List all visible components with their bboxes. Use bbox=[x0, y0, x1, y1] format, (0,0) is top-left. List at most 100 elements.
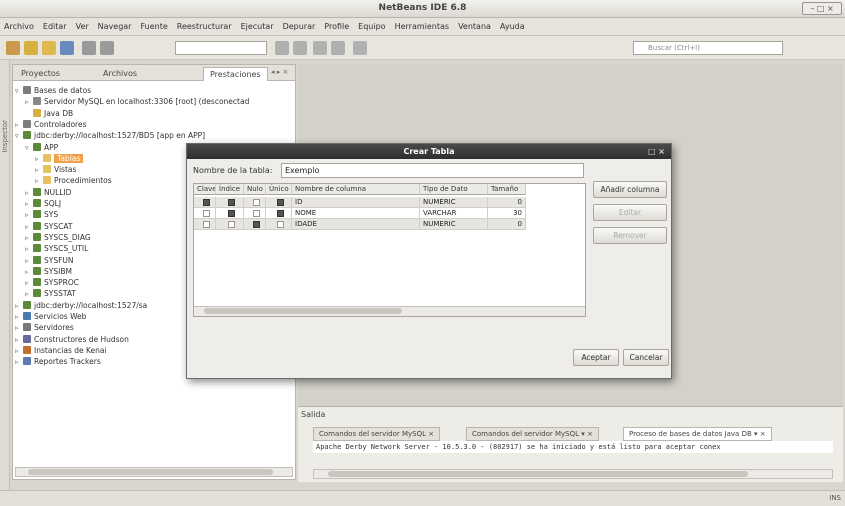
tree-node[interactable]: ▹ Servidores bbox=[15, 322, 74, 333]
tree-node[interactable]: ▹ SYSCS_DIAG bbox=[25, 232, 91, 243]
inspector-strip[interactable]: Inspector bbox=[0, 60, 10, 490]
tree-node[interactable]: ▹ Servidor MySQL en localhost:3306 [root]… bbox=[25, 96, 249, 107]
debug-icon[interactable] bbox=[331, 41, 345, 55]
menu-item[interactable]: Herramientas bbox=[395, 22, 450, 31]
menu-item[interactable]: Ejecutar bbox=[241, 22, 274, 31]
accept-button[interactable]: Aceptar bbox=[573, 349, 619, 366]
menu-item[interactable]: Profile bbox=[324, 22, 349, 31]
cancel-button[interactable]: Cancelar bbox=[623, 349, 669, 366]
table-cell[interactable]: 0 bbox=[488, 197, 526, 208]
tree-node[interactable]: ▹ SQLJ bbox=[25, 198, 61, 209]
menu-item[interactable]: Editar bbox=[43, 22, 67, 31]
table-cell[interactable]: NOME bbox=[292, 208, 420, 219]
panel-horizontal-scrollbar[interactable] bbox=[15, 467, 293, 477]
window-controls[interactable]: – □ × bbox=[802, 2, 842, 15]
table-cell[interactable]: NUMERIC bbox=[420, 197, 488, 208]
tree-node[interactable]: ▹ Servicios Web bbox=[15, 311, 86, 322]
run-icon[interactable] bbox=[313, 41, 327, 55]
menu-item[interactable]: Ventana bbox=[458, 22, 491, 31]
table-cell[interactable]: ID bbox=[292, 197, 420, 208]
remove-column-button[interactable]: Remover bbox=[593, 227, 667, 244]
table-cell[interactable]: 0 bbox=[488, 219, 526, 230]
tree-node[interactable]: ▹ Tablas bbox=[35, 153, 84, 164]
undo-icon[interactable] bbox=[82, 41, 96, 55]
column-header[interactable]: Clave bbox=[194, 184, 216, 195]
new-project-icon[interactable] bbox=[24, 41, 38, 55]
table-cell[interactable]: VARCHAR bbox=[420, 208, 488, 219]
table-checkbox-cell[interactable] bbox=[194, 197, 216, 208]
table-checkbox-cell[interactable] bbox=[244, 197, 266, 208]
menu-item[interactable]: Fuente bbox=[140, 22, 167, 31]
menu-item[interactable]: Depurar bbox=[283, 22, 316, 31]
menu-item[interactable]: Archivo bbox=[4, 22, 34, 31]
table-row[interactable]: IDADE NUMERIC 0 bbox=[194, 219, 585, 230]
tree-node[interactable]: ▿ jdbc:derby://localhost:1527/BD5 [app en… bbox=[15, 130, 205, 141]
column-header[interactable]: Nombre de columna bbox=[292, 184, 420, 195]
checked-checkbox[interactable] bbox=[227, 199, 235, 206]
checked-checkbox[interactable] bbox=[227, 210, 235, 217]
search-input[interactable]: Buscar (Ctrl+I) bbox=[633, 41, 783, 55]
save-all-icon[interactable] bbox=[60, 41, 74, 55]
tab-files[interactable]: Archivos bbox=[97, 67, 143, 81]
menu-item[interactable]: Equipo bbox=[358, 22, 385, 31]
column-header[interactable]: Único bbox=[266, 184, 292, 195]
checked-checkbox[interactable] bbox=[252, 221, 260, 228]
table-checkbox-cell[interactable] bbox=[216, 219, 244, 230]
output-tab-mysql-2[interactable]: Comandos del servidor MySQL ▾ × bbox=[466, 427, 599, 441]
checked-checkbox[interactable] bbox=[276, 199, 284, 206]
tree-node[interactable]: Java DB bbox=[25, 108, 73, 119]
tree-node[interactable]: ▹ NULLID bbox=[25, 187, 71, 198]
tree-node[interactable]: ▹ jdbc:derby://localhost:1527/sa bbox=[15, 300, 147, 311]
tree-node[interactable]: ▹ SYSIBM bbox=[25, 266, 72, 277]
tree-node[interactable]: ▹ SYSPROC bbox=[25, 277, 79, 288]
output-tab-javadb[interactable]: Proceso de bases de datos Java DB ▾ × bbox=[623, 427, 772, 441]
open-project-icon[interactable] bbox=[42, 41, 56, 55]
tree-node[interactable]: ▹ SYSFUN bbox=[25, 255, 74, 266]
checked-checkbox[interactable] bbox=[276, 210, 284, 217]
output-horizontal-scrollbar[interactable] bbox=[313, 469, 833, 479]
table-checkbox-cell[interactable] bbox=[216, 208, 244, 219]
tree-node[interactable]: ▹ SYS bbox=[25, 209, 58, 220]
table-checkbox-cell[interactable] bbox=[244, 219, 266, 230]
expand-toggle-icon[interactable]: ▿ bbox=[25, 143, 33, 154]
table-row[interactable]: ID NUMERIC 0 bbox=[194, 197, 585, 208]
tab-projects[interactable]: Proyectos bbox=[15, 67, 66, 81]
menu-item[interactable]: Navegar bbox=[98, 22, 132, 31]
unchecked-checkbox[interactable] bbox=[202, 221, 210, 228]
table-checkbox-cell[interactable] bbox=[216, 197, 244, 208]
table-cell[interactable]: IDADE bbox=[292, 219, 420, 230]
unchecked-checkbox[interactable] bbox=[252, 210, 260, 217]
tree-node[interactable]: ▹ Constructores de Hudson bbox=[15, 334, 129, 345]
menu-item[interactable]: Reestructurar bbox=[177, 22, 232, 31]
configuration-combo[interactable] bbox=[175, 41, 267, 55]
dialog-close-button[interactable]: □ × bbox=[648, 144, 665, 159]
tree-node[interactable]: ▿ APP bbox=[25, 142, 58, 153]
table-cell[interactable]: NUMERIC bbox=[420, 219, 488, 230]
checked-checkbox[interactable] bbox=[202, 199, 210, 206]
new-file-icon[interactable] bbox=[6, 41, 20, 55]
tree-node[interactable]: ▹ Instancias de Kenai bbox=[15, 345, 107, 356]
add-column-button[interactable]: Añadir columna bbox=[593, 181, 667, 198]
tree-node[interactable]: ▹ Vistas bbox=[35, 164, 76, 175]
column-header[interactable]: Tamaño bbox=[488, 184, 526, 195]
unchecked-checkbox[interactable] bbox=[252, 199, 260, 206]
unchecked-checkbox[interactable] bbox=[227, 221, 235, 228]
expand-toggle-icon[interactable]: ▿ bbox=[15, 131, 23, 142]
expand-toggle-icon[interactable]: ▹ bbox=[15, 357, 23, 368]
tree-node[interactable]: ▹ SYSCS_UTIL bbox=[25, 243, 88, 254]
menu-item[interactable]: Ver bbox=[76, 22, 89, 31]
tree-node[interactable]: ▹ Controladores bbox=[15, 119, 87, 130]
column-header[interactable]: Tipo de Dato bbox=[420, 184, 488, 195]
table-checkbox-cell[interactable] bbox=[266, 197, 292, 208]
table-checkbox-cell[interactable] bbox=[266, 208, 292, 219]
clean-build-icon[interactable] bbox=[293, 41, 307, 55]
table-checkbox-cell[interactable] bbox=[194, 208, 216, 219]
panel-tab-controls[interactable]: ◂ ▸ × bbox=[271, 68, 288, 76]
output-tab-mysql-1[interactable]: Comandos del servidor MySQL × bbox=[313, 427, 441, 441]
column-header[interactable]: Índice bbox=[216, 184, 244, 195]
table-row[interactable]: NOME VARCHAR 30 bbox=[194, 208, 585, 219]
table-horizontal-scrollbar[interactable] bbox=[194, 306, 585, 316]
table-checkbox-cell[interactable] bbox=[266, 219, 292, 230]
unchecked-checkbox[interactable] bbox=[276, 221, 284, 228]
tree-node[interactable]: ▹ SYSCAT bbox=[25, 221, 72, 232]
